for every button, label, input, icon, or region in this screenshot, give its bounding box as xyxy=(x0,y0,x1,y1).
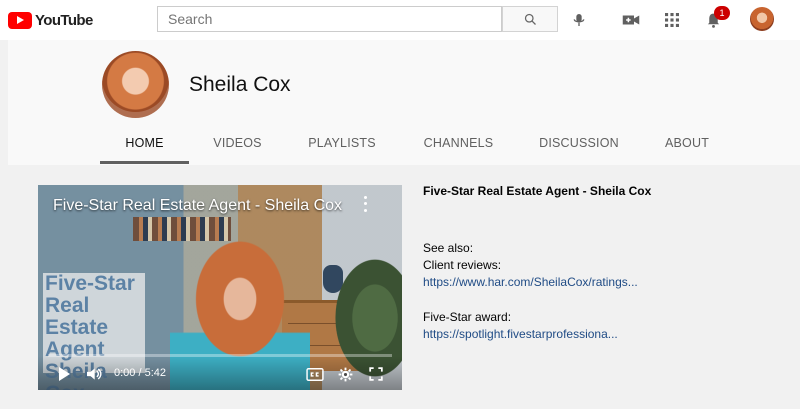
fullscreen-button[interactable] xyxy=(367,365,385,383)
captions-icon xyxy=(306,367,324,381)
settings-gear-icon xyxy=(338,367,352,381)
microphone-icon xyxy=(573,14,585,26)
active-tab-indicator xyxy=(100,161,189,164)
more-options-icon xyxy=(363,209,367,213)
channel-avatar[interactable] xyxy=(102,51,169,118)
logo-text: YouTube xyxy=(35,11,93,29)
play-button[interactable] xyxy=(55,365,73,383)
search-button[interactable] xyxy=(502,6,558,32)
award-link[interactable]: https://spotlight.fivestarprofessiona... xyxy=(423,327,618,341)
video-description: Five-Star Real Estate Agent - Sheila Cox… xyxy=(423,184,763,344)
see-also-label: See also: xyxy=(423,241,474,255)
settings-button[interactable] xyxy=(336,365,354,383)
tab-home[interactable]: HOME xyxy=(100,128,189,162)
tab-playlists[interactable]: PLAYLISTS xyxy=(302,128,382,162)
apps-grid-icon xyxy=(665,13,679,27)
youtube-logo-icon xyxy=(8,11,32,29)
tab-channels[interactable]: CHANNELS xyxy=(417,128,500,162)
more-options-button[interactable] xyxy=(357,194,373,214)
description-title: Five-Star Real Estate Agent - Sheila Cox xyxy=(423,184,652,198)
search-icon xyxy=(524,13,536,25)
award-label: Five-Star award: xyxy=(423,310,512,324)
user-avatar[interactable] xyxy=(750,7,774,31)
captions-button[interactable] xyxy=(306,365,324,383)
create-button[interactable] xyxy=(619,8,643,32)
video-title[interactable]: Five-Star Real Estate Agent - Sheila Cox xyxy=(53,197,342,215)
play-icon xyxy=(59,367,70,381)
create-video-icon xyxy=(622,15,640,25)
more-options-icon xyxy=(363,195,367,199)
volume-icon xyxy=(87,368,102,380)
featured-video-player[interactable]: Five-Star Real Estate Agent Sheila Cox F… xyxy=(38,185,402,390)
client-reviews-label: Client reviews: xyxy=(423,258,502,272)
notification-count-badge: 1 xyxy=(714,6,730,20)
volume-button[interactable] xyxy=(85,365,103,383)
microphone-button[interactable] xyxy=(567,8,591,32)
apps-button[interactable] xyxy=(660,8,684,32)
progress-bar[interactable] xyxy=(48,354,392,357)
video-time: 0:00 / 5:42 xyxy=(114,367,166,379)
youtube-logo[interactable]: YouTube xyxy=(8,10,93,30)
tab-about[interactable]: ABOUT xyxy=(657,128,717,162)
tab-discussion[interactable]: DISCUSSION xyxy=(533,128,625,162)
tab-videos[interactable]: VIDEOS xyxy=(205,128,270,162)
channel-name: Sheila Cox xyxy=(189,73,291,96)
fullscreen-icon xyxy=(369,367,383,381)
search-input[interactable] xyxy=(157,6,502,32)
more-options-icon xyxy=(363,202,367,206)
masthead: YouTube 1 xyxy=(0,0,800,40)
client-reviews-link[interactable]: https://www.har.com/SheilaCox/ratings... xyxy=(423,275,638,289)
